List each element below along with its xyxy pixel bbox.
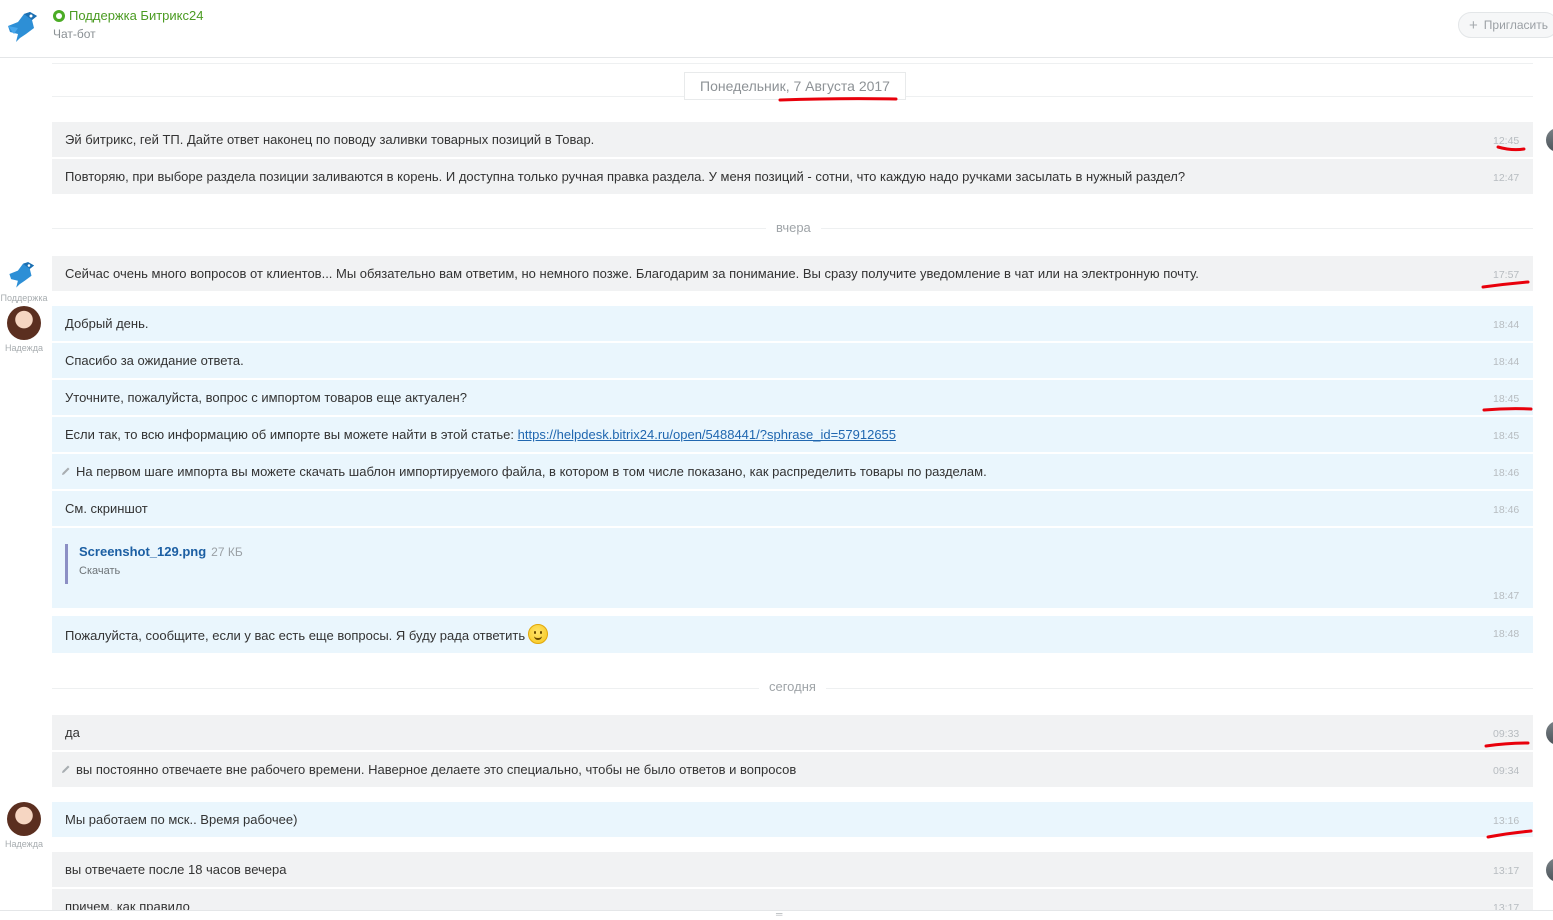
bot-name[interactable]: Поддержка Битрикс24 [53,8,203,23]
message-time: 18:47 [1493,590,1520,602]
invite-label: Пригласить [1483,18,1549,32]
message-bubble[interactable]: Если так, то всю информацию об импорте в… [52,417,1533,452]
resize-handle-icon[interactable]: ═ [776,909,782,919]
message-bubble[interactable]: вы постоянно отвечаете вне рабочего врем… [52,752,1533,787]
message-bubble[interactable]: вы отвечаете после 18 часов вечера 13:17 [52,852,1533,887]
message-bubble[interactable]: Мы работаем по мск.. Время рабочее) 13:1… [52,802,1533,837]
plus-icon: + [1469,16,1478,34]
date-separator: Понедельник, 7 Августа 2017 [684,72,906,100]
online-status-icon [53,9,65,22]
message-time: 18:45 [1493,430,1520,442]
bot-type: Чат-бот [53,27,96,41]
date-separator: вчера [766,220,821,235]
user-avatar[interactable] [1546,721,1553,745]
message-bubble[interactable]: Спасибо за ожидание ответа. 18:44 [52,343,1533,378]
chat-header: Поддержка Битрикс24 Чат-бот + Пригласить [0,0,1553,58]
message-bubble[interactable]: См. скриншот 18:46 [52,491,1533,526]
file-title: Screenshot_129.png 27 КБ [79,544,243,559]
avatar-label: Поддержка [0,293,48,303]
bird-bot-avatar-icon[interactable] [6,257,40,291]
message-bubble[interactable]: Эй битрикс, гей ТП. Дайте ответ наконец … [52,122,1533,157]
bot-name-text: Поддержка Битрикс24 [69,8,204,23]
helpdesk-link[interactable]: https://helpdesk.bitrix24.ru/open/548844… [518,427,896,442]
nadezhda-avatar[interactable] [7,802,41,836]
message-time: 18:48 [1493,628,1520,640]
message-bubble[interactable]: Пожалуйста, сообщите, если у вас есть ещ… [52,616,1533,653]
user-avatar[interactable] [1546,858,1553,882]
message-time: 13:17 [1493,865,1520,877]
bird-bot-avatar-icon[interactable] [4,8,44,44]
message-text: вы отвечаете после 18 часов вечера [65,862,287,877]
message-text: См. скриншот [65,501,148,516]
file-size: 27 КБ [211,545,243,559]
message-time: 09:33 [1493,728,1520,740]
download-link[interactable]: Скачать [79,565,243,577]
message-text: На первом шаге импорта вы можете скачать… [76,464,987,479]
message-bubble[interactable]: Сейчас очень много вопросов от клиентов.… [52,256,1533,291]
message-text: Эй битрикс, гей ТП. Дайте ответ наконец … [65,132,595,147]
pencil-edited-icon [62,467,70,475]
message-time: 18:44 [1493,356,1520,368]
nadezhda-avatar[interactable] [7,306,41,340]
message-text: Уточните, пожалуйста, вопрос с импортом … [65,390,467,405]
message-time: 18:46 [1493,467,1520,479]
message-bubble[interactable]: Добрый день. 18:44 [52,306,1533,341]
message-text: Спасибо за ожидание ответа. [65,353,244,368]
message-text: Пожалуйста, сообщите, если у вас есть ещ… [65,624,549,644]
file-message-bubble[interactable]: Screenshot_129.png 27 КБ Скачать 18:47 [52,528,1533,608]
message-bubble[interactable]: Повторяю, при выборе раздела позиции зал… [52,159,1533,194]
user-avatar[interactable] [1546,128,1553,152]
avatar-label: Надежда [5,839,43,849]
message-time: 18:46 [1493,504,1520,516]
message-time: 17:57 [1493,269,1520,281]
message-text: вы постоянно отвечаете вне рабочего врем… [76,762,797,777]
message-bubble[interactable]: причем, как правило 13:17 [52,889,1533,911]
message-text: Повторяю, при выборе раздела позиции зал… [65,169,1186,184]
message-time: 09:34 [1493,765,1520,777]
avatar-label: Надежда [5,343,43,353]
message-time: 18:44 [1493,319,1520,331]
message-time: 18:45 [1493,393,1520,405]
date-separator: сегодня [759,679,826,694]
message-time: 12:45 [1493,135,1520,147]
message-text: Мы работаем по мск.. Время рабочее) [65,812,298,827]
message-text-part: Пожалуйста, сообщите, если у вас есть ещ… [65,628,526,643]
message-text-part: Если так, то всю информацию об импорте в… [65,427,518,442]
message-text: Сейчас очень много вопросов от клиентов.… [65,266,1199,281]
message-text: Если так, то всю информацию об импорте в… [65,427,896,442]
file-name-link[interactable]: Screenshot_129.png [79,544,206,559]
pencil-edited-icon [62,765,70,773]
invite-button[interactable]: + Пригласить [1458,12,1553,38]
message-text: Добрый день. [65,316,149,331]
message-time: 12:47 [1493,172,1520,184]
smile-emoji-icon [528,624,549,644]
message-bubble[interactable]: На первом шаге импорта вы можете скачать… [52,454,1533,489]
message-bubble[interactable]: да 09:33 [52,715,1533,750]
history-divider [52,63,1533,64]
file-attachment[interactable]: Screenshot_129.png 27 КБ Скачать [65,544,243,584]
message-time: 13:16 [1493,815,1520,827]
message-bubble[interactable]: Уточните, пожалуйста, вопрос с импортом … [52,380,1533,415]
message-text: да [65,725,80,740]
